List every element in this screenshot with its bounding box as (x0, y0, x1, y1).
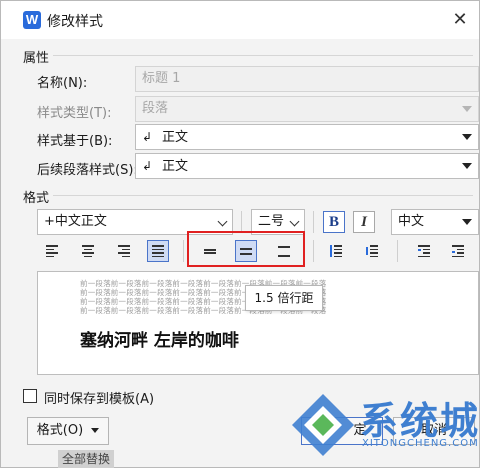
bold-button[interactable]: B (323, 211, 345, 233)
next-style-select[interactable]: ↲ 正文 (135, 153, 479, 179)
decrease-indent-button[interactable] (413, 240, 435, 262)
paragraph-mark-icon: ↲ (142, 159, 153, 173)
attributes-section-label: 属性 (23, 51, 50, 66)
title-bar: W 修改样式 ✕ (1, 1, 479, 39)
script-select[interactable]: 中文 (391, 209, 479, 235)
space-before-icon (330, 245, 342, 257)
dropdown-arrow-icon (91, 428, 100, 433)
dropdown-arrow-icon (462, 163, 472, 169)
align-left-icon (46, 245, 58, 257)
align-right-icon (118, 245, 130, 257)
highlight-box (187, 231, 305, 267)
chevron-down-icon (217, 216, 228, 227)
toolbar-separator (241, 211, 242, 233)
wps-app-icon: W (23, 11, 41, 29)
watermark-text: 系统城 (360, 399, 480, 443)
save-to-template-label: 同时保存到模板(A) (44, 392, 155, 407)
chevron-down-icon (289, 216, 300, 227)
italic-button[interactable]: I (353, 211, 375, 233)
increase-indent-icon (452, 245, 464, 257)
based-on-label: 样式基于(B): (37, 134, 113, 149)
font-name-value: +中文正文 (44, 214, 107, 229)
justify-button[interactable] (147, 240, 169, 262)
based-on-select[interactable]: ↲ 正文 (135, 124, 479, 150)
dropdown-arrow-icon (462, 219, 472, 225)
align-center-icon (82, 245, 94, 257)
line-spacing-tooltip: 1.5 倍行距 (245, 285, 323, 311)
site-watermark: 系统城 XITONGCHENG.COM (290, 390, 480, 468)
toolbar-separator (313, 211, 314, 233)
style-type-label: 样式类型(T): (37, 106, 112, 121)
dropdown-arrow-icon (462, 134, 472, 140)
style-type-value: 段落 (142, 101, 169, 116)
align-right-button[interactable] (113, 240, 135, 262)
name-label: 名称(N): (37, 76, 88, 91)
next-style-label: 后续段落样式(S): (37, 163, 138, 178)
watermark-logo-icon (292, 394, 354, 456)
save-to-template-checkbox[interactable] (23, 389, 37, 403)
preview-sample-text: 塞纳河畔 左岸的咖啡 (80, 331, 239, 351)
background-window-strip: 全部替换 (58, 450, 115, 468)
space-after-button[interactable] (361, 240, 383, 262)
toolbar-separator (183, 240, 184, 262)
name-field[interactable]: 标题 1 (135, 66, 479, 92)
close-icon[interactable]: ✕ (449, 9, 471, 31)
format-menu-label: 格式(O) (36, 423, 84, 438)
based-on-value: 正文 (162, 130, 189, 145)
next-style-value: 正文 (162, 159, 189, 174)
dialog-title: 修改样式 (47, 14, 103, 30)
style-type-select[interactable]: 段落 (135, 96, 479, 122)
justify-icon (152, 245, 164, 257)
watermark-subtext: XITONGCHENG.COM (362, 438, 479, 449)
dropdown-arrow-icon (462, 106, 472, 112)
name-value: 标题 1 (142, 71, 181, 86)
increase-indent-button[interactable] (447, 240, 469, 262)
toolbar-separator (397, 240, 398, 262)
space-after-icon (366, 245, 378, 257)
script-value: 中文 (398, 214, 425, 229)
align-left-button[interactable] (41, 240, 63, 262)
font-size-value: 二号 (258, 214, 285, 229)
paragraph-mark-icon: ↲ (142, 130, 153, 144)
format-section-label: 格式 (23, 191, 50, 206)
decrease-indent-icon (418, 245, 430, 257)
format-menu-button[interactable]: 格式(O) (27, 417, 109, 445)
format-divider (53, 195, 473, 196)
align-center-button[interactable] (77, 240, 99, 262)
toolbar-separator (313, 240, 314, 262)
attributes-divider (53, 55, 473, 56)
space-before-button[interactable] (325, 240, 347, 262)
